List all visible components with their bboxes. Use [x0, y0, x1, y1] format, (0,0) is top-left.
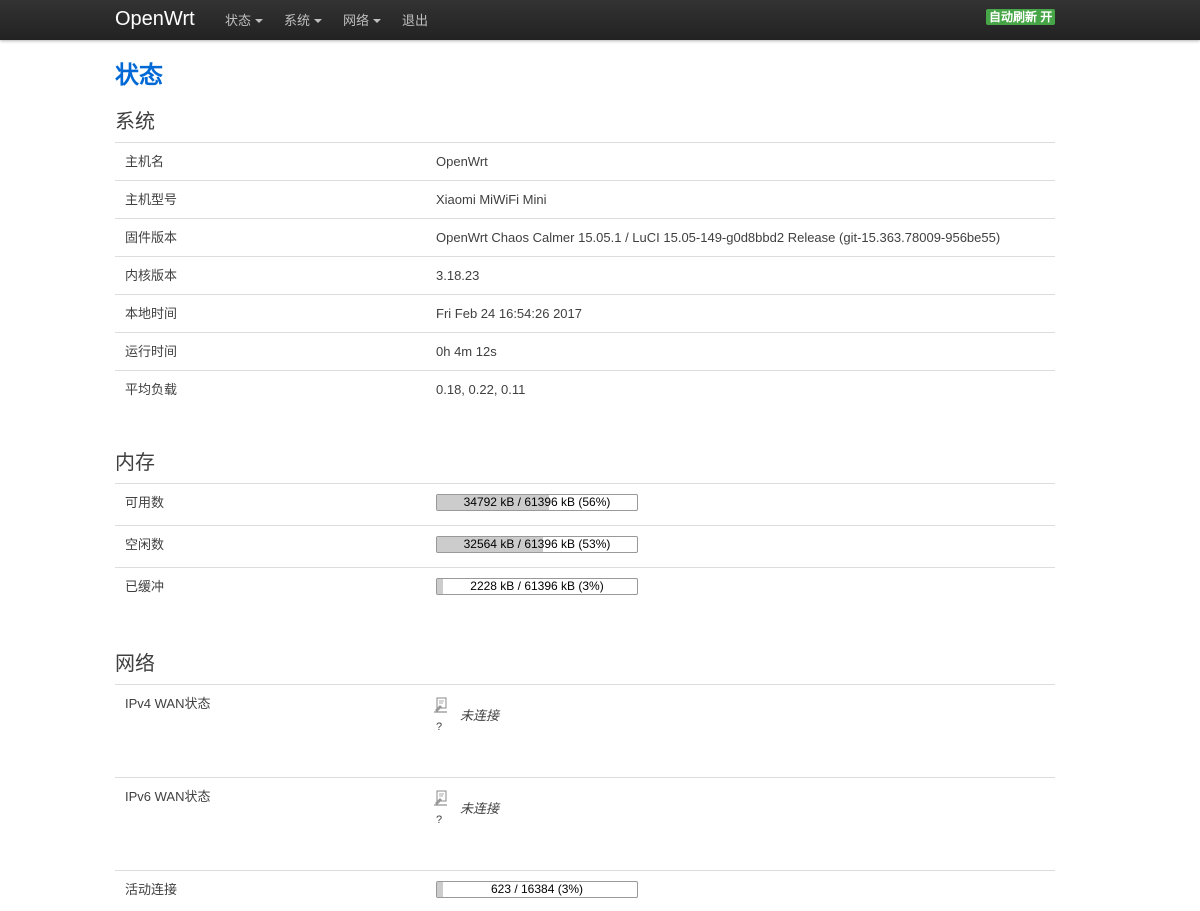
menu-network[interactable]: 网络 [343, 0, 381, 40]
chevron-down-icon [255, 19, 263, 23]
row-key: 可用数 [115, 484, 426, 526]
table-row: IPv4 WAN状态 ? 未连接 [115, 685, 1055, 778]
memory-free-bar: 32564 kB / 61396 kB (53%) [436, 536, 638, 553]
row-key: 主机名 [115, 143, 426, 181]
table-row: IPv6 WAN状态 ? 未连接 [115, 778, 1055, 871]
section-title-system: 系统 [115, 108, 155, 136]
icon-caption: ? [436, 814, 442, 826]
bar-text: 2228 kB / 61396 kB (3%) [437, 579, 637, 594]
icon-caption: ? [436, 721, 442, 733]
table-row: 平均负载0.18, 0.22, 0.11 [115, 371, 1055, 409]
row-key: IPv4 WAN状态 [115, 685, 426, 778]
row-value: OpenWrt [426, 143, 1055, 181]
menu-status-label: 状态 [225, 1, 251, 40]
row-key: 空闲数 [115, 526, 426, 568]
menu-status[interactable]: 状态 [225, 0, 263, 40]
row-key: 主机型号 [115, 181, 426, 219]
network-table: IPv4 WAN状态 ? 未连接 IPv6 WAN状态 [115, 684, 1055, 911]
network-disconnected-icon [434, 790, 448, 806]
row-value: OpenWrt Chaos Calmer 15.05.1 / LuCI 15.0… [426, 219, 1055, 257]
table-row: 已缓冲 2228 kB / 61396 kB (3%) [115, 568, 1055, 610]
main-menu: 状态 系统 网络 退出 [225, 0, 449, 40]
ipv6-wan-status: 未连接 [460, 801, 499, 817]
system-table: 主机名OpenWrt 主机型号Xiaomi MiWiFi Mini 固件版本Op… [115, 142, 1055, 408]
row-value: 0h 4m 12s [426, 333, 1055, 371]
row-value: 34792 kB / 61396 kB (56%) [426, 484, 1055, 526]
chevron-down-icon [314, 19, 322, 23]
table-row: 运行时间0h 4m 12s [115, 333, 1055, 371]
section-title-network: 网络 [115, 650, 155, 678]
top-navbar: OpenWrt 状态 系统 网络 退出 自动刷新 开 [0, 0, 1200, 40]
table-row: 可用数 34792 kB / 61396 kB (56%) [115, 484, 1055, 526]
section-title-memory: 内存 [115, 449, 155, 477]
menu-logout-label: 退出 [402, 1, 428, 40]
row-key: IPv6 WAN状态 [115, 778, 426, 871]
row-value: Fri Feb 24 16:54:26 2017 [426, 295, 1055, 333]
memory-available-bar: 34792 kB / 61396 kB (56%) [436, 494, 638, 511]
table-row: 主机型号Xiaomi MiWiFi Mini [115, 181, 1055, 219]
table-row: 固件版本OpenWrt Chaos Calmer 15.05.1 / LuCI … [115, 219, 1055, 257]
row-value: 2228 kB / 61396 kB (3%) [426, 568, 1055, 610]
row-value: Xiaomi MiWiFi Mini [426, 181, 1055, 219]
ipv4-wan-status: 未连接 [460, 708, 499, 724]
row-value: ? 未连接 [426, 778, 1055, 871]
row-value: 0.18, 0.22, 0.11 [426, 371, 1055, 409]
row-value: 3.18.23 [426, 257, 1055, 295]
bar-text: 623 / 16384 (3%) [437, 882, 637, 897]
chevron-down-icon [373, 19, 381, 23]
autorefresh-toggle[interactable]: 自动刷新 开 [986, 9, 1055, 25]
bar-text: 34792 kB / 61396 kB (56%) [437, 495, 637, 510]
row-key: 平均负载 [115, 371, 426, 409]
row-key: 活动连接 [115, 871, 426, 911]
memory-buffered-bar: 2228 kB / 61396 kB (3%) [436, 578, 638, 595]
row-value: ? 未连接 [426, 685, 1055, 778]
row-key: 固件版本 [115, 219, 426, 257]
table-row: 空闲数 32564 kB / 61396 kB (53%) [115, 526, 1055, 568]
menu-system-label: 系统 [284, 1, 310, 40]
brand-link[interactable]: OpenWrt [115, 0, 195, 40]
menu-logout[interactable]: 退出 [402, 0, 428, 40]
table-row: 本地时间Fri Feb 24 16:54:26 2017 [115, 295, 1055, 333]
row-value: 32564 kB / 61396 kB (53%) [426, 526, 1055, 568]
row-key: 内核版本 [115, 257, 426, 295]
row-key: 本地时间 [115, 295, 426, 333]
row-value: 623 / 16384 (3%) [426, 871, 1055, 911]
active-connections-bar: 623 / 16384 (3%) [436, 881, 638, 898]
row-key: 已缓冲 [115, 568, 426, 610]
menu-network-label: 网络 [343, 1, 369, 40]
memory-table: 可用数 34792 kB / 61396 kB (56%) 空闲数 32564 … [115, 483, 1055, 609]
page-title: 状态 [115, 58, 163, 94]
network-disconnected-icon [434, 697, 448, 713]
table-row: 活动连接 623 / 16384 (3%) [115, 871, 1055, 911]
row-key: 运行时间 [115, 333, 426, 371]
table-row: 内核版本3.18.23 [115, 257, 1055, 295]
table-row: 主机名OpenWrt [115, 143, 1055, 181]
bar-text: 32564 kB / 61396 kB (53%) [437, 537, 637, 552]
menu-system[interactable]: 系统 [284, 0, 322, 40]
